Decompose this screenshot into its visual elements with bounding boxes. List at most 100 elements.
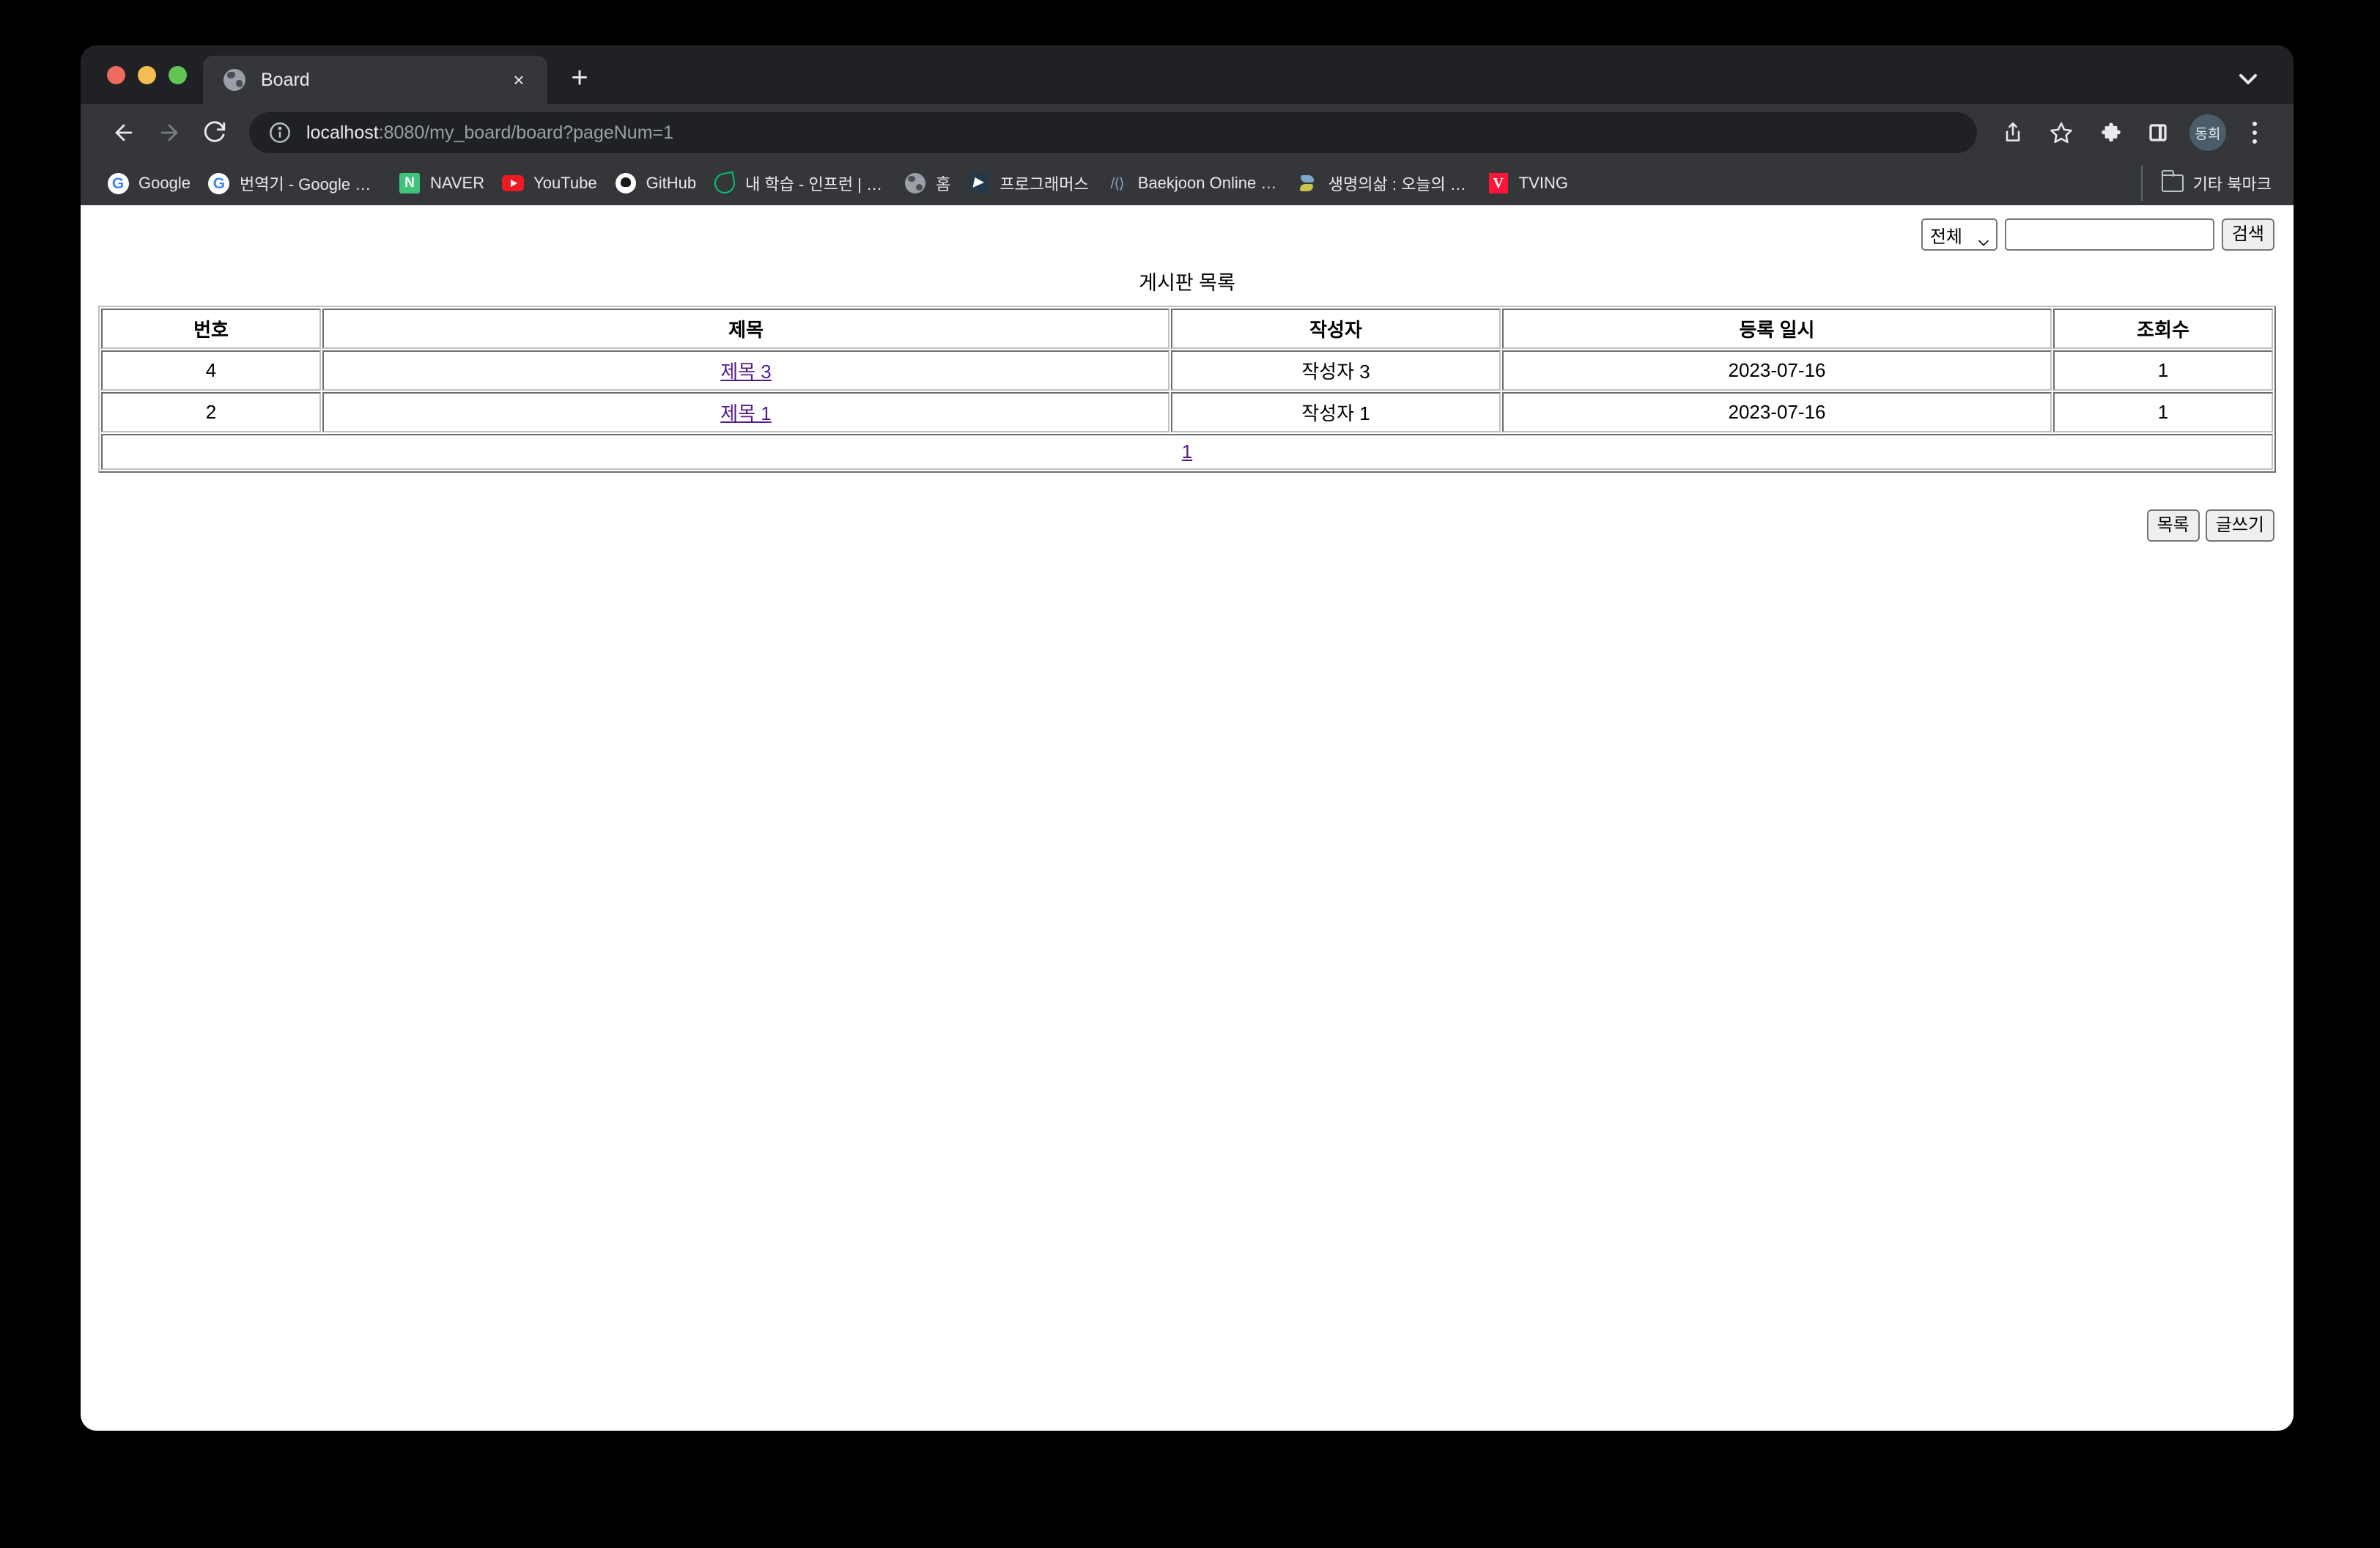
address-bar[interactable]: localhost:8080/my_board/board?pageNum=1 [249,112,1977,153]
bookmark-label: 홈 [936,175,951,194]
bookmark-label: NAVER [429,174,485,192]
bookmark-label: 내 학습 - 인프런 | 마... [745,175,887,194]
other-bookmarks-folder[interactable]: 기타 북마크 [2140,166,2272,201]
post-title-link[interactable]: 제목 1 [720,402,772,424]
tab-title: Board [261,69,310,90]
bookmark-label: Google [138,174,191,192]
maximize-window-button[interactable] [169,65,187,84]
pagination: 1 [101,434,2273,470]
table-head: 번호 제목 작성자 등록 일시 조회수 [101,309,2273,349]
search-type-select[interactable]: 전체 [1921,218,1998,251]
bookmark-label: GitHub [646,174,697,192]
new-tab-button[interactable]: + [558,57,602,101]
cell-views: 1 [2053,392,2273,432]
globe-icon [904,172,926,194]
browser-toolbar: localhost:8080/my_board/board?pageNum=1 … [81,104,2294,161]
bookmark-inflearn[interactable]: 내 학습 - 인프런 | 마... [705,166,895,201]
tving-icon: V [1488,172,1509,194]
table-row: 2 제목 1 작성자 1 2023-07-16 1 [101,392,2273,432]
search-type-value: 전체 [1929,226,1962,247]
url-text: localhost:8080/my_board/board?pageNum=1 [306,122,673,144]
cell-writer: 작성자 1 [1171,392,1501,432]
table-row: 4 제목 3 작성자 3 2023-07-16 1 [101,350,2273,391]
minimize-window-button[interactable] [138,65,156,84]
bookmark-label: TVING [1518,174,1568,192]
cell-views: 1 [2053,350,2273,391]
chevron-down-icon [1978,231,1989,246]
cell-no: 2 [101,392,321,432]
naver-icon: N [399,172,421,194]
bookmark-youtube[interactable]: YouTube [493,166,605,201]
board-table: 번호 제목 작성자 등록 일시 조회수 4 제목 3 작성자 3 2023-07… [98,306,2276,473]
tab-board[interactable]: Board × [203,56,547,104]
list-button[interactable]: 목록 [2146,509,2200,542]
column-header-date: 등록 일시 [1502,309,2052,349]
pagination-links: 1 [1182,441,1192,462]
bookmark-label: 번역기 - Google 검색 [239,175,381,194]
profile-avatar[interactable]: 동희 [2189,114,2226,151]
google-icon: G [208,172,230,194]
toolbar-actions: 동희 [1992,111,2273,154]
forward-button[interactable] [147,110,192,155]
bookmark-label: 프로그래머스 [999,175,1089,194]
bookmark-programmers[interactable]: 프로그래머스 [959,166,1097,201]
bookmark-star-icon[interactable] [2040,111,2082,154]
write-button[interactable]: 글쓰기 [2205,509,2274,542]
cell-title: 제목 1 [322,392,1169,432]
bookmark-baekjoon[interactable]: /⟨⟩ Baekjoon Online J... [1098,166,1288,201]
back-button[interactable] [101,110,147,155]
url-host: localhost [306,122,379,143]
bookmark-translate[interactable]: G 번역기 - Google 검색 [199,166,390,201]
baekjoon-icon: /⟨⟩ [1110,175,1125,192]
search-form: 전체 검색 [98,218,2276,251]
cell-no: 4 [101,350,321,391]
bookmark-naver[interactable]: N NAVER [390,166,493,201]
bookmark-home[interactable]: 홈 [895,166,959,201]
bookmark-tving[interactable]: V TVING [1479,166,1577,201]
cell-writer: 작성자 3 [1171,350,1501,391]
side-panel-icon[interactable] [2137,111,2179,154]
bookmark-qt[interactable]: 생명의삶 : 오늘의 QT... [1288,166,1479,201]
share-icon[interactable] [1992,111,2034,154]
globe-icon [223,69,245,91]
tab-strip: Board × + [81,45,2294,104]
board-page: 전체 검색 게시판 목록 번호 제목 작성자 등록 일시 조회수 4 제목 3 … [81,205,2294,542]
cell-title: 제목 3 [322,350,1169,391]
github-icon [615,172,637,194]
extensions-puzzle-icon[interactable] [2088,111,2131,154]
bookmarks-bar: G Google G 번역기 - Google 검색 N NAVER YouTu… [81,161,2294,205]
other-bookmarks-label: 기타 북마크 [2192,175,2272,194]
info-icon[interactable] [268,121,292,144]
programmers-icon [968,172,990,194]
qt-icon [1297,172,1319,194]
bookmark-label: YouTube [533,174,597,192]
column-header-views: 조회수 [2053,309,2273,349]
close-window-button[interactable] [107,65,125,84]
column-header-no: 번호 [101,309,321,349]
table-body: 4 제목 3 작성자 3 2023-07-16 1 2 제목 1 작성자 1 2… [101,350,2273,470]
browser-menu-button[interactable] [2236,111,2273,154]
close-icon[interactable]: × [506,67,531,92]
inflearn-leaf-icon [712,171,737,196]
page-viewport: 전체 검색 게시판 목록 번호 제목 작성자 등록 일시 조회수 4 제목 3 … [81,205,2294,1431]
pagination-row: 1 [101,434,2273,470]
reload-button[interactable] [192,110,237,155]
table-header-row: 번호 제목 작성자 등록 일시 조회수 [101,309,2273,349]
search-input[interactable] [2004,218,2214,251]
page-link-1[interactable]: 1 [1182,441,1192,462]
page-title: 게시판 목록 [1139,272,1235,294]
url-path: :8080/my_board/board?pageNum=1 [378,122,674,143]
bookmark-label: 생명의삶 : 오늘의 QT... [1328,175,1470,194]
cell-date: 2023-07-16 [1502,392,2052,432]
google-icon: G [107,172,129,194]
cell-date: 2023-07-16 [1502,350,2052,391]
column-header-title: 제목 [322,309,1169,349]
chevron-down-icon[interactable] [2233,64,2263,94]
bookmark-github[interactable]: GitHub [606,166,705,201]
browser-window: Board × + localhost:8080/my_board/board?… [81,45,2294,1431]
folder-icon [2161,170,2184,192]
column-header-writer: 작성자 [1171,309,1501,349]
post-title-link[interactable]: 제목 3 [720,361,772,383]
bookmark-google[interactable]: G Google [98,166,199,201]
search-button[interactable]: 검색 [2221,218,2274,251]
